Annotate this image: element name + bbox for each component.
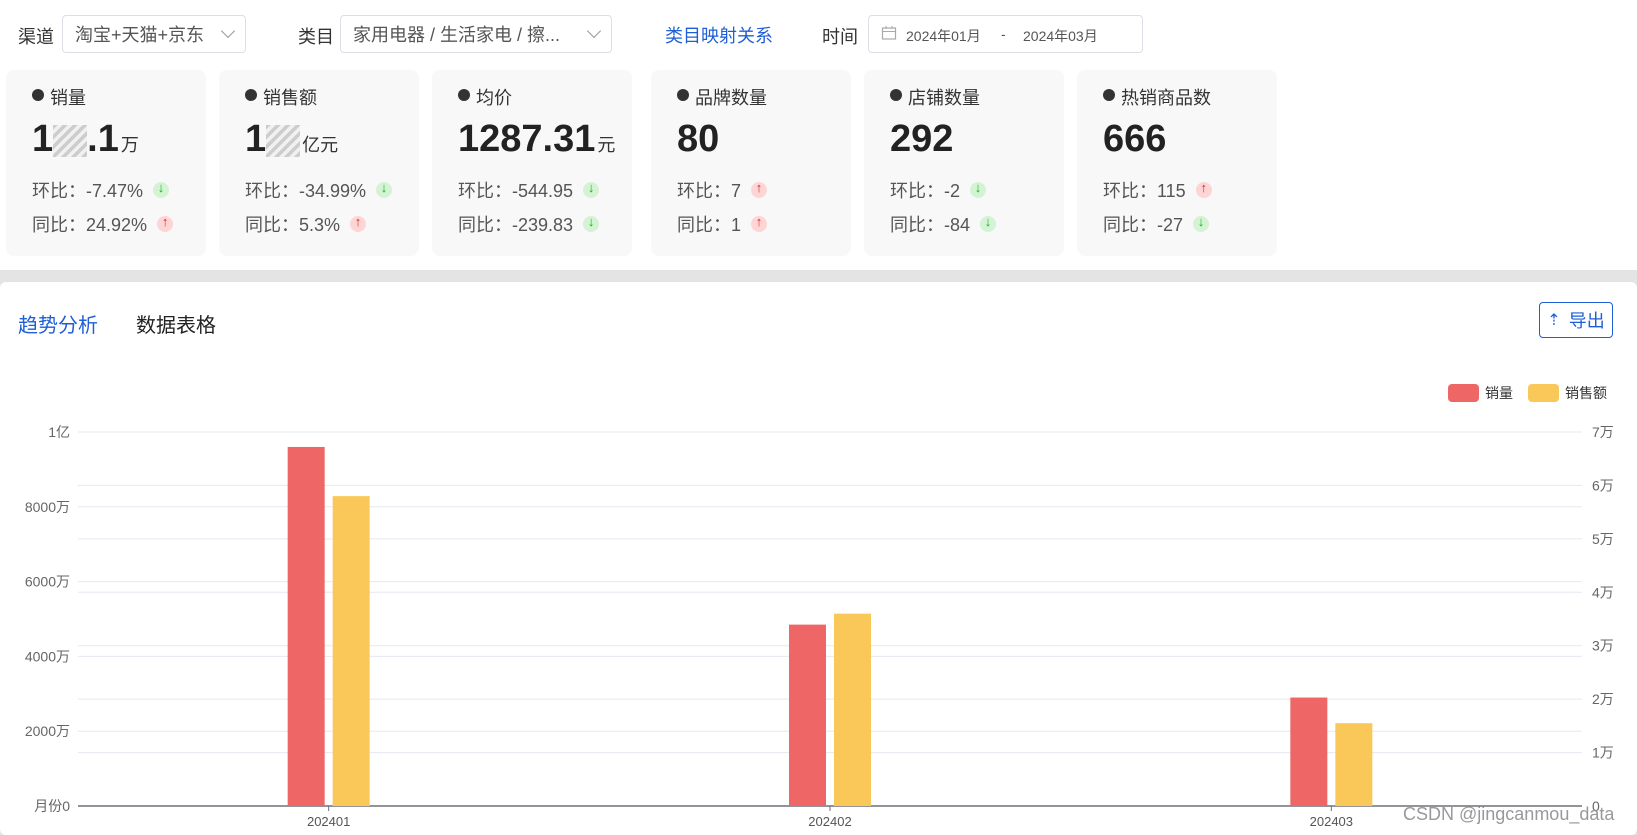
card-title: 热销商品数 [1121, 88, 1211, 108]
arrow-up-icon [350, 214, 367, 232]
card-yoy: 同比：5.3% [245, 215, 341, 235]
trend-bar-chart: 01万2万3万4万5万6万7万月份02000万4000万6000万8000万1亿… [25, 384, 1614, 829]
card-value: 1 [32, 118, 54, 160]
card-mom: 环比：115 [1103, 181, 1186, 201]
left-axis-tick-label: 8000万 [25, 499, 70, 515]
card-mom: 环比：-34.99% [245, 181, 367, 201]
left-axis-tick-label: 6000万 [25, 574, 70, 590]
time-label: 时间 [822, 27, 858, 47]
left-axis-tick-label: 1亿 [48, 424, 70, 440]
card-mom: 环比：-7.47% [32, 181, 144, 201]
metric-card-avg-price: 均价 1287.31元 环比：-544.95 同比：-239.83 [432, 70, 632, 256]
x-axis-tick-label: 202402 [808, 814, 851, 829]
right-axis-tick-label: 2万 [1592, 691, 1614, 707]
category-select[interactable]: 家用电器 / 生活家电 / 擦... [340, 15, 612, 53]
bar-销售额-202403 [1335, 723, 1373, 806]
card-value: 1 [245, 118, 267, 160]
card-value: 80 [677, 118, 720, 160]
card-value: 1287.31 [458, 118, 596, 160]
card-yoy: 同比：-84 [890, 215, 971, 235]
arrow-up-icon [751, 180, 768, 198]
channel-select[interactable]: 淘宝+天猫+京东 [62, 15, 246, 53]
right-axis-tick-label: 1万 [1592, 745, 1614, 761]
right-axis-tick-label: 4万 [1592, 584, 1614, 600]
metric-card-shop-count: 店铺数量 292 环比：-2 同比：-84 [864, 70, 1064, 256]
card-unit: 亿元 [302, 135, 339, 155]
arrow-down-icon [583, 214, 600, 232]
bar-销售额-202401 [332, 496, 370, 806]
card-unit: 万 [120, 135, 139, 155]
card-yoy: 同比：-27 [1103, 215, 1184, 235]
card-yoy: 同比：-239.83 [458, 215, 574, 235]
arrow-up-icon [751, 214, 768, 232]
arrow-down-icon [376, 180, 393, 198]
card-unit: 元 [597, 135, 616, 155]
bar-销量-202402 [789, 624, 826, 806]
card-title: 销量 [50, 88, 86, 108]
bar-销量-202403 [1290, 697, 1328, 806]
redacted-mask [266, 124, 301, 157]
card-value: 292 [890, 118, 954, 160]
x-axis-tick-label: 202401 [307, 814, 350, 829]
channel-label: 渠道 [18, 27, 54, 47]
metric-card-brand-count: 品牌数量 80 环比：7 同比：1 [651, 70, 851, 256]
card-value-tail: .1 [87, 118, 119, 160]
chevron-down-icon [220, 23, 236, 39]
category-label: 类目 [298, 27, 334, 47]
arrow-up-icon [157, 214, 174, 232]
date-end[interactable]: 2024年03月 [1023, 26, 1098, 46]
arrow-down-icon [583, 180, 600, 198]
metric-card-hot-products: 热销商品数 666 环比：115 同比：-27 [1077, 70, 1277, 256]
card-title: 店铺数量 [908, 88, 980, 108]
left-axis-tick-label: 月份0 [34, 798, 70, 814]
card-title: 均价 [476, 88, 512, 108]
legend-swatch [1448, 384, 1479, 402]
category-value: 家用电器 / 生活家电 / 擦... [353, 25, 561, 45]
legend-swatch [1528, 384, 1559, 402]
arrow-down-icon [970, 180, 987, 198]
card-mom: 环比：-2 [890, 181, 961, 201]
summary-panel: 渠道 淘宝+天猫+京东 类目 家用电器 / 生活家电 / 擦... 类目映射关系… [0, 0, 1637, 270]
channel-value: 淘宝+天猫+京东 [75, 25, 205, 45]
right-axis-tick-label: 5万 [1592, 531, 1614, 547]
date-start[interactable]: 2024年01月 [906, 26, 981, 46]
left-axis-tick-label: 4000万 [25, 648, 70, 664]
bar-销售额-202402 [834, 613, 871, 806]
x-axis-tick-label: 202403 [1310, 814, 1353, 829]
date-range-picker[interactable]: 2024年01月 - 2024年03月 [868, 15, 1143, 53]
card-yoy: 同比：1 [677, 215, 742, 235]
calendar-icon [881, 25, 897, 44]
card-title: 销售额 [263, 88, 317, 108]
metric-card-sales-volume: 销量 1 .1万 环比：-7.47% 同比：24.92% [6, 70, 206, 256]
arrow-down-icon [980, 214, 997, 232]
right-axis-tick-label: 6万 [1592, 477, 1614, 493]
redacted-mask [53, 124, 88, 157]
right-axis-tick-label: 3万 [1592, 638, 1614, 654]
legend-label: 销售额 [1565, 385, 1607, 401]
card-title: 品牌数量 [695, 88, 767, 108]
card-mom: 环比：-544.95 [458, 181, 574, 201]
watermark: CSDN @jingcanmou_data [1403, 804, 1615, 824]
chevron-down-icon [586, 23, 602, 39]
arrow-down-icon [153, 180, 170, 198]
card-mom: 环比：7 [677, 181, 742, 201]
left-axis-tick-label: 2000万 [25, 723, 70, 739]
arrow-down-icon [1193, 214, 1210, 232]
bar-销量-202401 [287, 446, 325, 806]
arrow-up-icon [1195, 180, 1212, 198]
card-yoy: 同比：24.92% [32, 215, 148, 235]
metric-card-sales-amount: 销售额 1 亿元 环比：-34.99% 同比：5.3% [219, 70, 419, 256]
date-separator: - [1001, 26, 1006, 42]
card-value: 666 [1103, 118, 1167, 160]
legend-label: 销量 [1485, 385, 1513, 401]
right-axis-tick-label: 7万 [1592, 424, 1614, 440]
category-mapping-link[interactable]: 类目映射关系 [665, 22, 773, 48]
